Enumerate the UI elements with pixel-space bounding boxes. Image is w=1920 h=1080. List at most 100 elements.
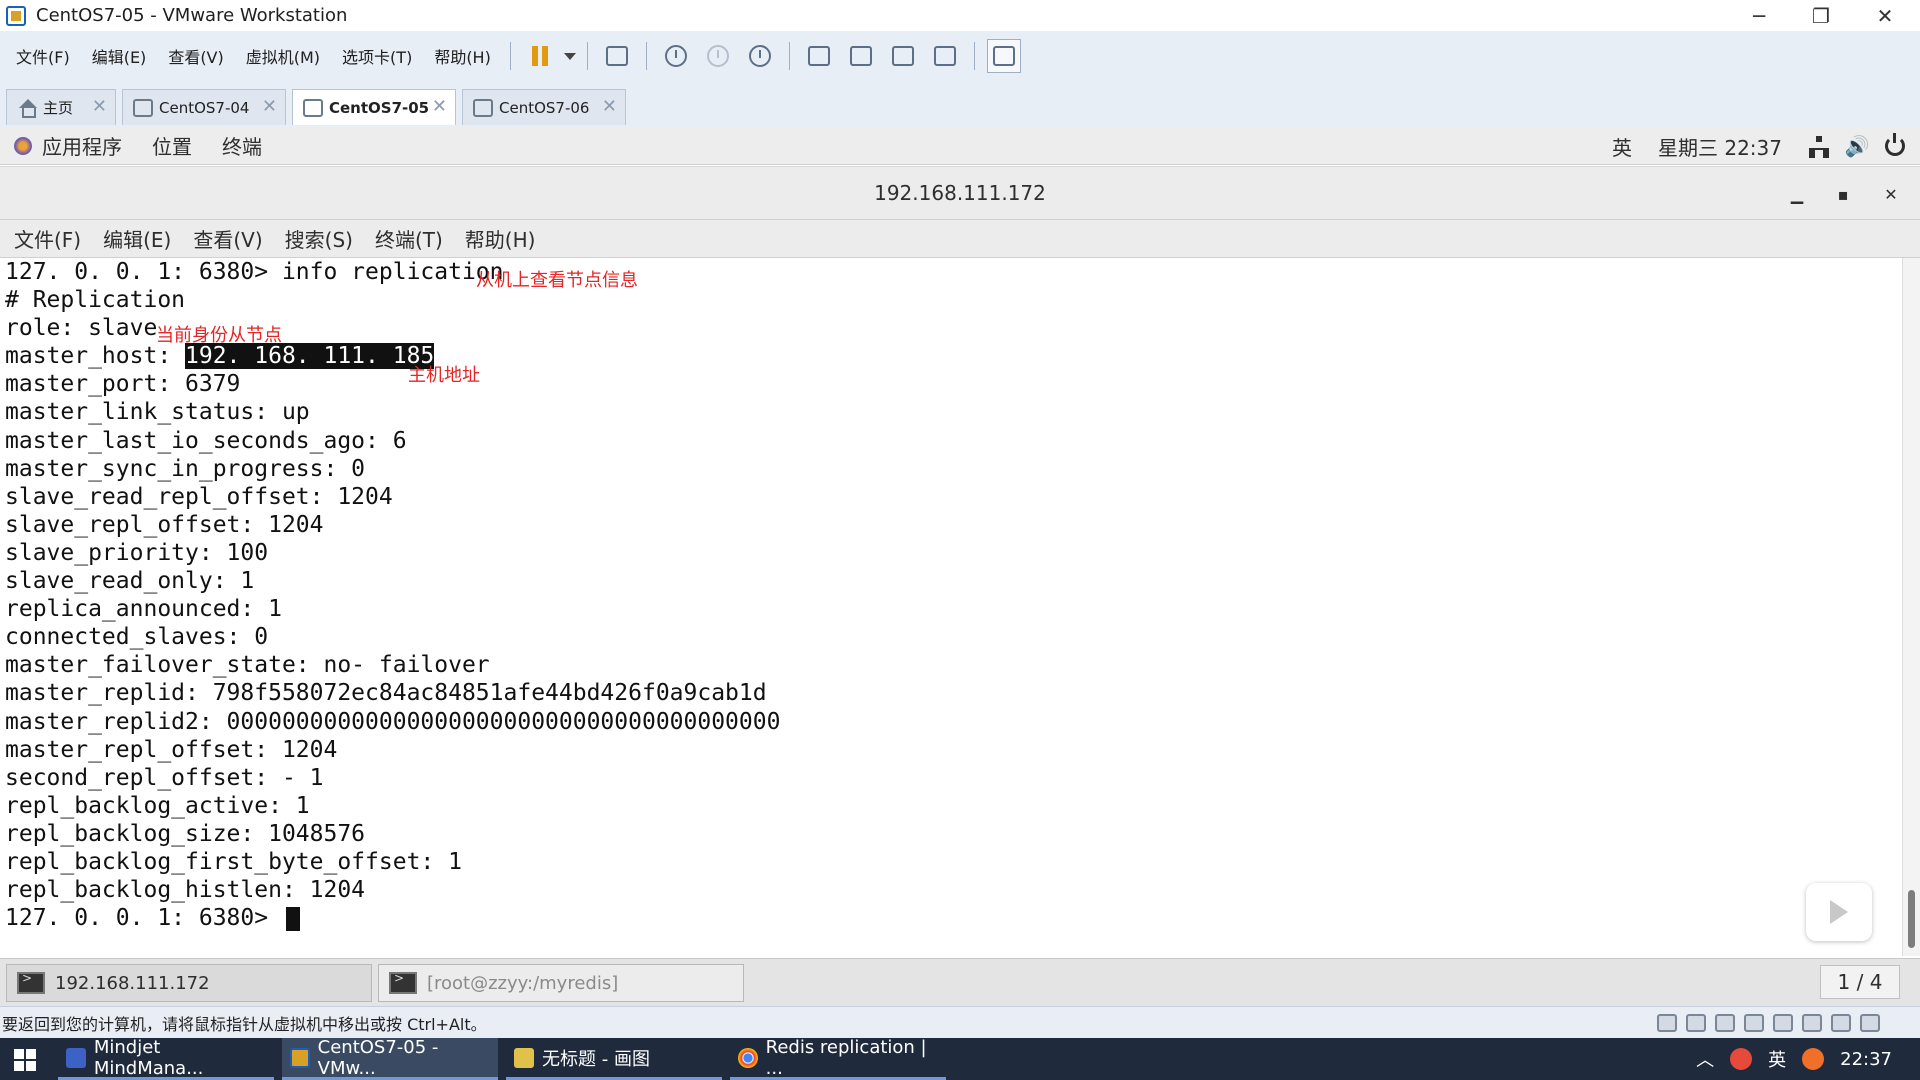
power-button[interactable]	[1884, 133, 1906, 157]
tab-centos7-05[interactable]: CentOS7-05 ✕	[292, 89, 456, 125]
terminal-line: second_repl_offset: - 1	[5, 764, 324, 791]
terminal-menu-help[interactable]: 帮助(H)	[465, 224, 536, 253]
terminal-line: slave_repl_offset: 1204	[5, 511, 324, 538]
power-dropdown-button[interactable]	[561, 39, 579, 73]
terminal-maximize-button[interactable]: ▪	[1828, 179, 1858, 209]
network-adapter-icon[interactable]	[1715, 1014, 1735, 1032]
input-method-indicator[interactable]: 英	[1612, 132, 1632, 161]
tray-app-icon[interactable]	[1730, 1048, 1753, 1070]
tab-close-icon[interactable]: ✕	[602, 96, 617, 117]
terminal-line: master_sync_in_progress: 0	[5, 455, 366, 482]
vmware-app-icon	[6, 5, 26, 26]
terminal-menu-view[interactable]: 查看(V)	[193, 224, 262, 253]
snapshot-manager-icon	[748, 45, 771, 67]
cd-dvd-icon[interactable]	[1686, 1014, 1706, 1032]
minimize-button[interactable]: ─	[1728, 0, 1790, 31]
tab-close-icon[interactable]: ✕	[92, 96, 107, 117]
display-icon[interactable]	[1831, 1014, 1851, 1032]
menu-view[interactable]: 查看(V)	[157, 44, 234, 68]
menu-vm[interactable]: 虚拟机(M)	[235, 44, 331, 68]
tray-clock[interactable]: 22:37	[1840, 1049, 1892, 1070]
menu-help[interactable]: 帮助(H)	[423, 44, 502, 68]
network-button[interactable]	[1808, 135, 1830, 158]
gnome-applications-menu[interactable]: 应用程序	[42, 131, 122, 160]
sound-card-icon[interactable]	[1773, 1014, 1793, 1032]
taskbar-item-label: Mindjet MindMana...	[93, 1036, 204, 1079]
terminal-line: # Replication	[5, 287, 186, 314]
taskbar-item-chrome[interactable]: Redis replication | ...	[730, 1037, 946, 1080]
terminal-minimize-button[interactable]: ▁	[1782, 179, 1812, 209]
volume-icon[interactable]: 🔊	[1845, 134, 1870, 158]
menu-edit[interactable]: 编辑(E)	[81, 44, 158, 68]
vm-icon	[303, 98, 323, 117]
terminal-scrollbar[interactable]	[1902, 258, 1920, 956]
terminal-menu-edit[interactable]: 编辑(E)	[103, 224, 171, 253]
tab-centos7-06[interactable]: CentOS7-06 ✕	[462, 89, 626, 125]
workspace-indicator[interactable]: 1 / 4	[1820, 965, 1900, 999]
terminal-menu-file[interactable]: 文件(F)	[14, 224, 81, 253]
console-view-button[interactable]	[986, 39, 1021, 73]
fullscreen-button[interactable]	[886, 39, 920, 73]
revert-snapshot-button	[701, 39, 735, 73]
terminal-prompt-line: 127. 0. 0. 1: 6380>	[0, 904, 1902, 932]
terminal-title-bar: 192.168.111.172 ▁ ▪ ✕	[0, 166, 1920, 220]
window-list-item-myredis[interactable]: [root@zzyy:/myredis]	[378, 964, 744, 1002]
terminal-line: slave_priority: 100	[5, 539, 269, 566]
tab-close-icon[interactable]: ✕	[262, 96, 277, 117]
snapshot-button[interactable]	[659, 39, 693, 73]
tray-ime-indicator[interactable]: 英	[1768, 1046, 1786, 1072]
vmware-title-bar: CentOS7-05 - VMware Workstation ─ ❐ ✕	[0, 0, 1920, 31]
revert-snapshot-icon	[706, 45, 729, 67]
message-icon[interactable]	[1860, 1014, 1880, 1032]
library-button[interactable]	[802, 39, 836, 73]
restore-button[interactable]: ❐	[1790, 0, 1852, 31]
pause-icon	[531, 46, 549, 66]
caret-down-icon	[563, 52, 576, 60]
tray-chevron-icon[interactable]: ︿	[1696, 1046, 1714, 1072]
tab-centos7-04[interactable]: CentOS7-04 ✕	[122, 89, 286, 125]
tab-close-icon[interactable]: ✕	[432, 96, 447, 117]
tab-home[interactable]: 主页 ✕	[6, 89, 116, 125]
chrome-icon	[738, 1047, 758, 1068]
taskbar-item-mindmanager[interactable]: Mindjet MindMana...	[58, 1036, 274, 1080]
terminal-line: master_last_io_seconds_ago: 6	[5, 427, 407, 454]
usb-icon[interactable]	[1802, 1014, 1822, 1032]
gnome-clock[interactable]: 星期三 22:37	[1658, 132, 1782, 161]
hard-disk-icon[interactable]	[1657, 1014, 1677, 1032]
network-icon	[1809, 136, 1829, 158]
scrollbar-thumb[interactable]	[1908, 890, 1915, 948]
close-window-button[interactable]: ✕	[1854, 0, 1916, 31]
pause-button[interactable]	[523, 39, 557, 73]
menu-tabs[interactable]: 选项卡(T)	[331, 44, 423, 68]
video-play-icon[interactable]	[1806, 883, 1872, 941]
device-icons	[1648, 1014, 1880, 1032]
snapshot-manager-button[interactable]	[743, 39, 777, 73]
window-list-item-terminal[interactable]: 192.168.111.172	[6, 964, 372, 1002]
toolbar-separator	[645, 42, 647, 70]
printer-icon[interactable]	[1744, 1014, 1764, 1032]
gnome-places-menu[interactable]: 位置	[152, 131, 192, 160]
taskbar-item-vmware[interactable]: CentOS7-05 - VMw...	[282, 1037, 498, 1080]
console-view-icon	[992, 46, 1015, 66]
menu-file[interactable]: 文件(F)	[0, 44, 81, 68]
gnome-terminal-menu[interactable]: 终端	[222, 131, 262, 160]
terminal-line: slave_read_only: 1	[5, 568, 255, 595]
windows-start-button[interactable]	[14, 1049, 36, 1071]
home-icon	[17, 98, 37, 118]
send-ctrl-alt-del-button[interactable]	[600, 39, 634, 73]
terminal-line: replica_announced: 1	[5, 596, 282, 623]
sogou-input-icon[interactable]	[1802, 1048, 1825, 1070]
vmware-status-bar: 要返回到您的计算机，请将鼠标指针从虚拟机中移出或按 Ctrl+Alt。	[0, 1006, 1920, 1038]
toolbar-separator	[788, 42, 790, 70]
vm-icon	[473, 98, 493, 117]
taskbar-item-paint[interactable]: 无标题 - 画图	[506, 1038, 722, 1080]
terminal-menu-terminal[interactable]: 终端(T)	[375, 224, 443, 253]
terminal-menu-search[interactable]: 搜索(S)	[285, 224, 353, 253]
thumbnail-bar-button[interactable]	[844, 39, 878, 73]
unity-button[interactable]	[928, 39, 962, 73]
terminal-output[interactable]: 127. 0. 0. 1: 6380> info replication # R…	[0, 258, 1902, 956]
unity-icon	[933, 46, 956, 66]
terminal-line: repl_backlog_histlen: 1204	[5, 877, 366, 904]
terminal-line: repl_backlog_first_byte_offset: 1	[5, 848, 462, 875]
terminal-close-button[interactable]: ✕	[1876, 179, 1906, 209]
